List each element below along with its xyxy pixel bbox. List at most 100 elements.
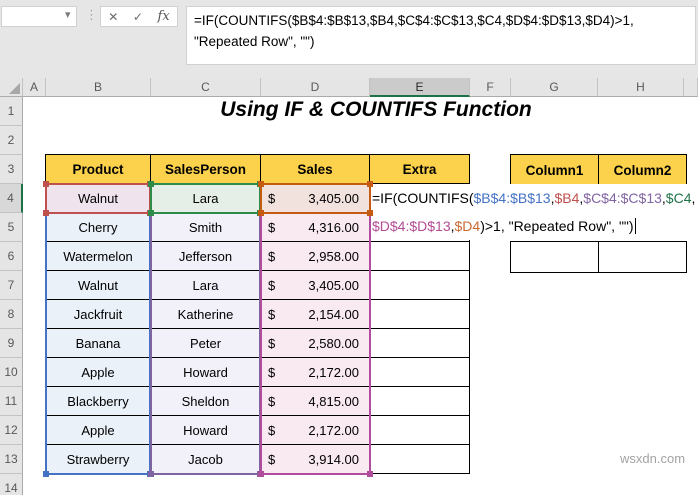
product-cell[interactable]: Cherry xyxy=(45,212,151,242)
sales-cell[interactable]: $2,958.00 xyxy=(260,241,370,271)
cell-formula-line2: $D$4:$D$13,$D4)>1, "Repeated Row", "") xyxy=(372,212,698,240)
column-header-e-selected[interactable]: E xyxy=(370,78,470,97)
formula-bar-line2: "Repeated Row", "") xyxy=(194,34,315,49)
sales-amount: 2,172.00 xyxy=(308,422,359,438)
salesperson-cell[interactable]: Lara xyxy=(150,183,261,213)
cancel-icon[interactable]: ✕ xyxy=(108,10,118,24)
ref-d4: $D4 xyxy=(454,218,481,234)
empty-cell-h6[interactable] xyxy=(598,241,687,273)
row-header-3[interactable]: 3 xyxy=(0,155,23,184)
salesperson-cell[interactable]: Jacob xyxy=(150,444,261,474)
sales-amount: 4,316.00 xyxy=(308,219,359,235)
excel-window: ▾ ⋮ ✕ ✓ fx =IF(COUNTIFS($B$4:$B$13,$B4,$… xyxy=(0,0,698,495)
salesperson-cell[interactable]: Peter xyxy=(150,328,261,358)
currency-symbol: $ xyxy=(268,393,276,409)
column-header-c[interactable]: C xyxy=(151,78,261,97)
product-cell[interactable]: Watermelon xyxy=(45,241,151,271)
column-header-d[interactable]: D xyxy=(261,78,370,97)
watermark-text: wsxdn.com xyxy=(620,451,686,466)
row-header-5[interactable]: 5 xyxy=(0,213,23,242)
salesperson-cell[interactable]: Sheldon xyxy=(150,386,261,416)
salesperson-cell[interactable]: Howard xyxy=(150,415,261,445)
insert-function-icon[interactable]: fx xyxy=(158,9,170,24)
header-column2[interactable]: Column2 xyxy=(598,154,687,187)
column-header-f[interactable]: F xyxy=(470,78,511,97)
row-header-7[interactable]: 7 xyxy=(0,271,23,300)
extra-cell[interactable] xyxy=(369,386,470,416)
enter-icon[interactable]: ✓ xyxy=(133,10,143,24)
row-header-10[interactable]: 10 xyxy=(0,358,23,387)
row-header-13[interactable]: 13 xyxy=(0,445,23,474)
formula-bar-input[interactable]: =IF(COUNTIFS($B$4:$B$13,$B4,$C$4:$C$13,$… xyxy=(186,6,696,65)
currency-symbol: $ xyxy=(268,422,276,438)
salesperson-cell[interactable]: Jefferson xyxy=(150,241,261,271)
column-header-g[interactable]: G xyxy=(511,78,598,97)
extra-cell[interactable] xyxy=(369,415,470,445)
cell-formula-line1: =IF(COUNTIFS($B$4:$B$13,$B4,$C$4:$C$13,$… xyxy=(372,190,696,206)
row-header-12[interactable]: 12 xyxy=(0,416,23,445)
product-cell[interactable]: Apple xyxy=(45,357,151,387)
row-header-1[interactable]: 1 xyxy=(0,97,23,126)
product-cell[interactable]: Walnut xyxy=(45,183,151,213)
salesperson-cell[interactable]: Katherine xyxy=(150,299,261,329)
salesperson-cell[interactable]: Lara xyxy=(150,270,261,300)
sales-cell[interactable]: $3,914.00 xyxy=(260,444,370,474)
product-cell[interactable]: Blackberry xyxy=(45,386,151,416)
sales-cell[interactable]: $3,405.00 xyxy=(260,270,370,300)
header-product[interactable]: Product xyxy=(45,154,151,184)
row-header-6[interactable]: 6 xyxy=(0,242,23,271)
product-cell[interactable]: Walnut xyxy=(45,270,151,300)
sales-amount: 4,815.00 xyxy=(308,393,359,409)
select-all-triangle-icon xyxy=(9,83,20,94)
extra-cell[interactable] xyxy=(369,444,470,474)
row-header-8[interactable]: 8 xyxy=(0,300,23,329)
column-header-partial[interactable] xyxy=(684,78,698,97)
product-cell[interactable]: Apple xyxy=(45,415,151,445)
sales-cell[interactable]: $2,154.00 xyxy=(260,299,370,329)
ref-d-range: $D$4:$D$13 xyxy=(372,218,451,234)
row-header-14[interactable]: 14 xyxy=(0,474,23,495)
header-salesperson[interactable]: SalesPerson xyxy=(150,154,261,184)
product-cell[interactable]: Banana xyxy=(45,328,151,358)
row-header-2[interactable]: 2 xyxy=(0,126,23,155)
currency-symbol: $ xyxy=(268,248,276,264)
sales-cell[interactable]: $4,316.00 xyxy=(260,212,370,242)
sales-cell[interactable]: $2,172.00 xyxy=(260,357,370,387)
salesperson-cell[interactable]: Howard xyxy=(150,357,261,387)
row-header-9[interactable]: 9 xyxy=(0,329,23,358)
sheet-title: Using IF & COUNTIFS Function xyxy=(220,98,532,121)
sales-amount: 2,958.00 xyxy=(308,248,359,264)
sales-cell[interactable]: $3,405.00 xyxy=(260,183,370,213)
sales-amount: 3,405.00 xyxy=(308,277,359,293)
extra-cell[interactable] xyxy=(369,328,470,358)
ref-c-range: $C$4:$C$13 xyxy=(583,190,662,206)
header-column1[interactable]: Column1 xyxy=(510,154,599,187)
column-header-b[interactable]: B xyxy=(46,78,151,97)
header-extra[interactable]: Extra xyxy=(369,154,470,184)
extra-cell[interactable] xyxy=(369,357,470,387)
sales-amount: 3,405.00 xyxy=(308,190,359,206)
ref-b4: $B4 xyxy=(554,190,580,206)
currency-symbol: $ xyxy=(268,219,276,235)
chevron-down-icon[interactable]: ▾ xyxy=(65,8,71,21)
select-all-corner[interactable] xyxy=(0,78,23,97)
cell-formula-editor[interactable]: =IF(COUNTIFS($B$4:$B$13,$B4,$C$4:$C$13,$… xyxy=(370,184,698,240)
salesperson-cell[interactable]: Smith xyxy=(150,212,261,242)
column-header-a[interactable]: A xyxy=(23,78,46,97)
extra-cell[interactable] xyxy=(369,241,470,271)
row-header-11[interactable]: 11 xyxy=(0,387,23,416)
extra-cell[interactable] xyxy=(369,270,470,300)
sales-cell[interactable]: $2,172.00 xyxy=(260,415,370,445)
header-sales[interactable]: Sales xyxy=(260,154,370,184)
extra-cell[interactable] xyxy=(369,299,470,329)
sales-amount: 2,154.00 xyxy=(308,306,359,322)
currency-symbol: $ xyxy=(268,335,276,351)
product-cell[interactable]: Jackfruit xyxy=(45,299,151,329)
sales-cell[interactable]: $4,815.00 xyxy=(260,386,370,416)
empty-cell-g6[interactable] xyxy=(510,241,599,273)
sales-cell[interactable]: $2,580.00 xyxy=(260,328,370,358)
product-cell[interactable]: Strawberry xyxy=(45,444,151,474)
row-header-4-selected[interactable]: 4 xyxy=(0,184,23,213)
table-row: Banana Peter $2,580.00 xyxy=(45,328,470,358)
column-header-h[interactable]: H xyxy=(598,78,684,97)
